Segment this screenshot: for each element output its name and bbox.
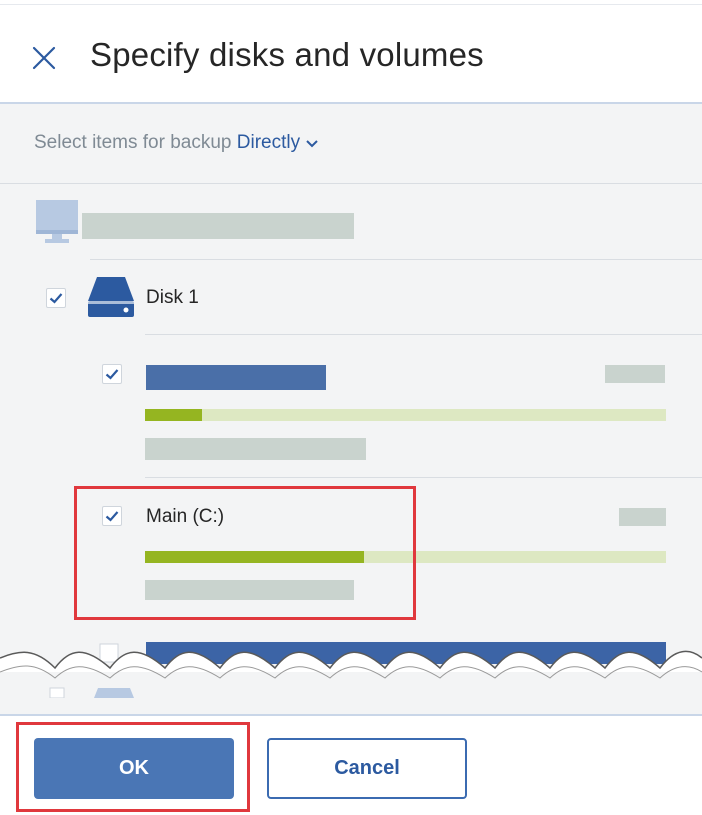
- hard-disk-icon: [88, 277, 134, 319]
- selection-label: Select items for backup: [34, 132, 232, 154]
- volume-usage-bar: [145, 409, 666, 421]
- highlight-ok-button: [16, 722, 250, 812]
- close-icon: [32, 46, 56, 70]
- machine-name-placeholder: [82, 213, 354, 239]
- highlight-main-volume: [74, 486, 416, 620]
- monitor-icon: [36, 200, 78, 246]
- top-divider: [0, 4, 702, 5]
- divider: [90, 259, 702, 260]
- chevron-down-icon: [306, 132, 318, 154]
- close-button[interactable]: [24, 38, 64, 78]
- volume-usage-fill: [145, 409, 203, 421]
- torn-edge: [0, 628, 702, 699]
- divider: [0, 183, 702, 184]
- selection-mode-value: Directly: [236, 132, 301, 154]
- volume-name-redacted: [146, 365, 326, 390]
- checkmark-icon: [49, 293, 63, 304]
- checkmark-icon: [105, 369, 119, 380]
- dialog-title: Specify disks and volumes: [90, 36, 484, 73]
- cancel-button[interactable]: Cancel: [267, 738, 467, 799]
- disk-checkbox[interactable]: [46, 288, 66, 308]
- selection-mode-dropdown[interactable]: Directly: [237, 132, 318, 153]
- volume-details-placeholder: [145, 438, 366, 460]
- footer-divider: [0, 714, 702, 716]
- backup-selection-row: Select items for backup Directly: [34, 132, 318, 154]
- volume-checkbox[interactable]: [102, 364, 122, 384]
- divider: [145, 334, 702, 335]
- disk-label: Disk 1: [146, 287, 199, 308]
- volume-size-placeholder: [605, 365, 665, 383]
- volume-size-placeholder: [619, 508, 666, 526]
- divider: [145, 477, 702, 478]
